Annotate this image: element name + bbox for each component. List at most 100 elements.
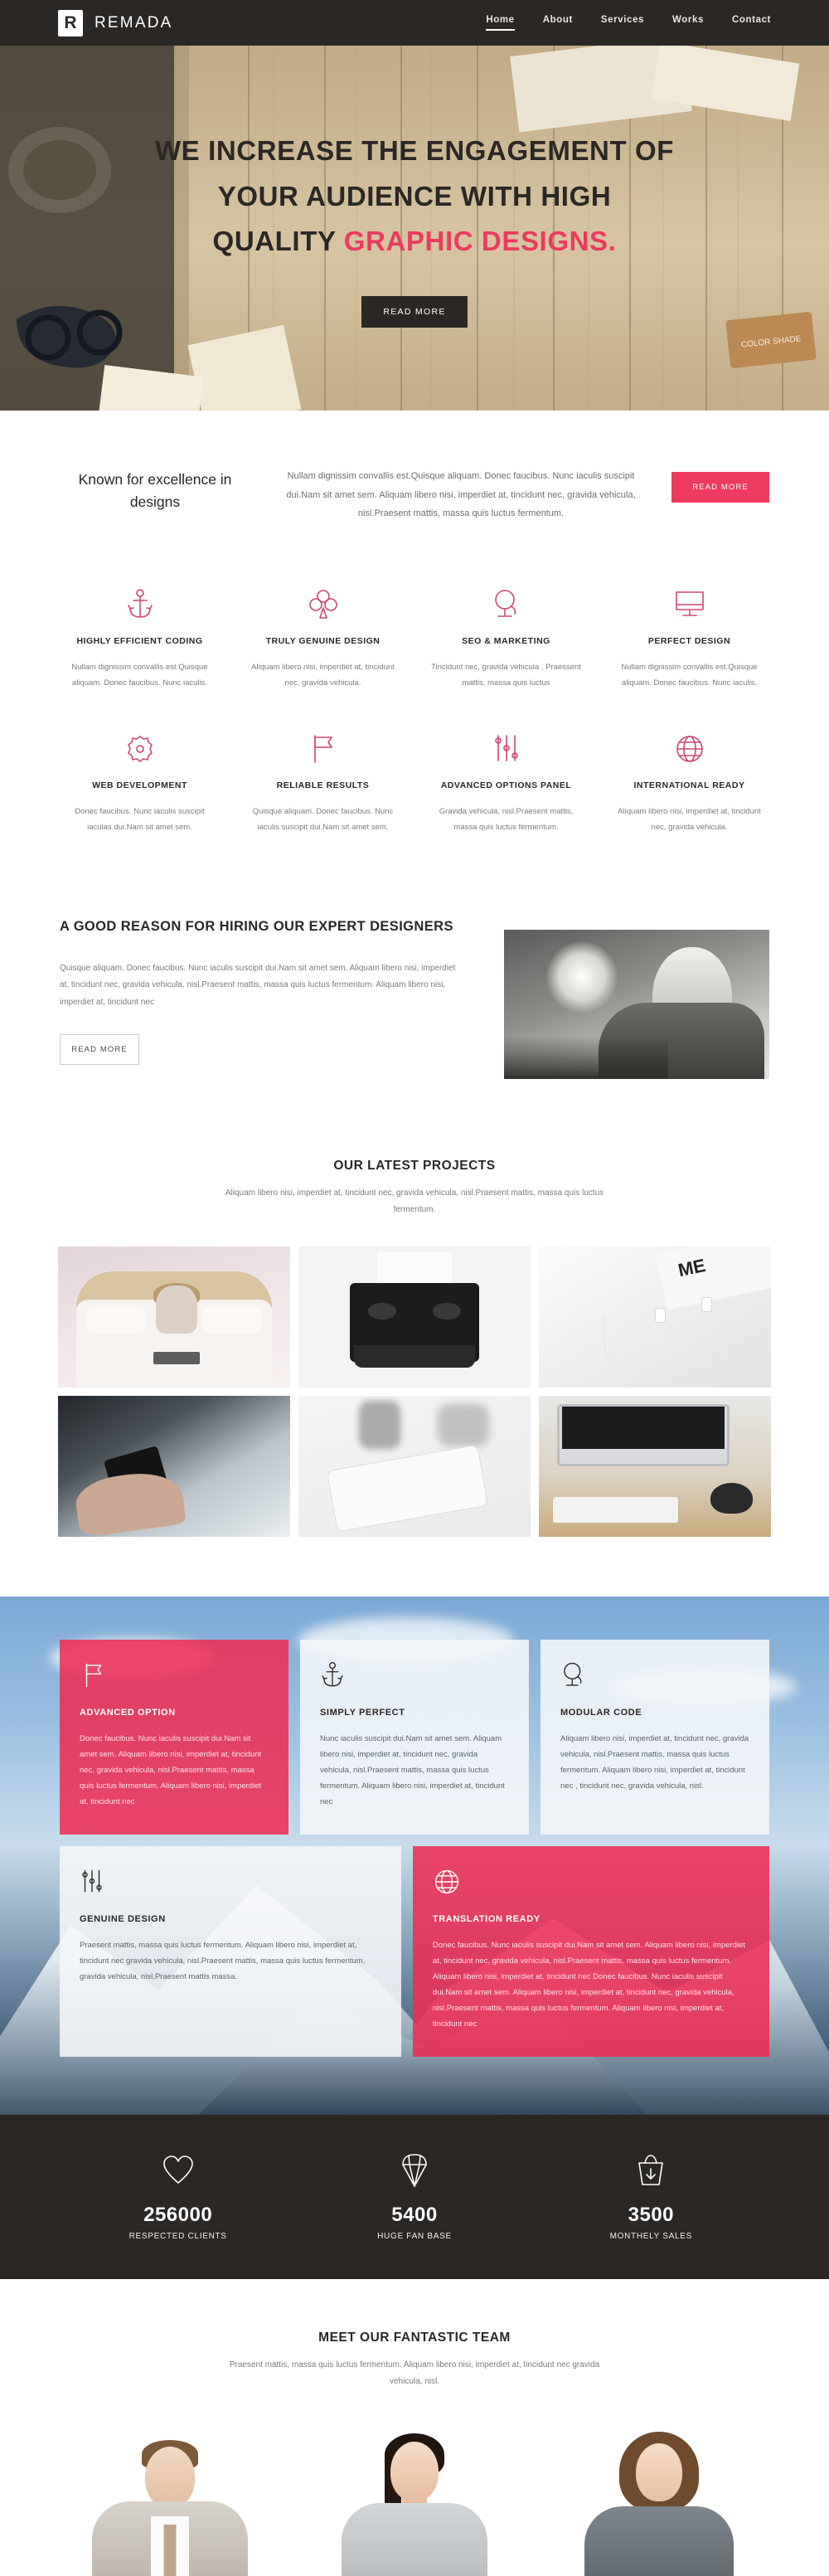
- services-section: ADVANCED OPTION Donec faucibus. Nunc iac…: [0, 1596, 829, 2115]
- service-card-title: MODULAR CODE: [560, 1707, 642, 1718]
- project-thumbnail[interactable]: [58, 1246, 290, 1388]
- counter-item: 256000 RESPECTED CLIENTS: [60, 2151, 296, 2241]
- hero-headline-accent: GRAPHIC DESIGNS.: [343, 226, 617, 257]
- reason-photo-woman-outdoors: [504, 929, 769, 1079]
- nav-item-services[interactable]: Services: [601, 15, 644, 31]
- monitor-icon: [614, 586, 764, 623]
- hero-headline-line-3: QUALITY GRAPHIC DESIGNS.: [155, 219, 674, 264]
- service-card[interactable]: SIMPLY PERFECT Nunc iaculis suscipit dui…: [300, 1639, 529, 1835]
- projects-title: OUR LATEST PROJECTS: [333, 1158, 496, 1173]
- nav-item-home[interactable]: Home: [486, 15, 515, 31]
- feature-title: PERFECT DESIGN: [647, 635, 731, 646]
- counters-section: 256000 RESPECTED CLIENTS 5400 HUGE FAN B…: [0, 2114, 829, 2280]
- hero-headline: WE INCREASE THE ENGAGEMENT OF YOUR AUDIE…: [155, 129, 674, 264]
- features-section: HIGHLY EFFICIENT CODING Nullam dignissim…: [0, 523, 829, 893]
- feature-card[interactable]: HIGHLY EFFICIENT CODING Nullam dignissim…: [48, 571, 231, 716]
- globe-grid-icon: [614, 731, 764, 767]
- team-section: MEET OUR FANTASTIC TEAM Praesent mattis,…: [0, 2279, 829, 2576]
- reason-section: A GOOD REASON FOR HIRING OUR EXPERT DESI…: [0, 893, 829, 1137]
- member-head-shape: [635, 2443, 682, 2502]
- hero-read-more-button[interactable]: READ MORE: [361, 295, 468, 328]
- imac-screen-shape: [562, 1407, 725, 1450]
- team-member-photo[interactable]: [302, 2418, 527, 2576]
- logo-mark-icon: R: [58, 9, 83, 36]
- feature-card[interactable]: PERFECT DESIGN Nullam dignissim convalli…: [598, 571, 781, 716]
- team-subtitle: Praesent mattis, massa quis luctus ferme…: [229, 2360, 600, 2387]
- brand-logo[interactable]: R REMADA: [58, 9, 173, 36]
- background-blur-1: [358, 1401, 401, 1450]
- projects-section: OUR LATEST PROJECTS Aliquam libero nisi,…: [0, 1137, 829, 1597]
- services-grid: ADVANCED OPTION Donec faucibus. Nunc iac…: [60, 1639, 769, 2057]
- project-thumbnail[interactable]: [298, 1395, 531, 1537]
- feature-card[interactable]: INTERNATIONAL READY Aliquam libero nisi,…: [598, 716, 781, 860]
- typewriter-spool-left: [368, 1302, 396, 1320]
- project-thumbnail[interactable]: ME: [539, 1246, 771, 1388]
- service-card[interactable]: ADVANCED OPTION Donec faucibus. Nunc iac…: [60, 1639, 288, 1835]
- service-card[interactable]: TRANSLATION READY Donec faucibus. Nunc i…: [412, 1845, 769, 2057]
- service-card-title: TRANSLATION READY: [432, 1913, 541, 1924]
- brand-name: REMADA: [95, 13, 173, 32]
- member-head-shape: [145, 2447, 196, 2509]
- service-card[interactable]: GENUINE DESIGN Praesent mattis, massa qu…: [60, 1845, 401, 2057]
- nav-item-contact[interactable]: Contact: [732, 15, 771, 31]
- intro-title: Known for excellence in designs: [78, 471, 232, 511]
- globe-stand-icon: [431, 586, 581, 623]
- club-icon: [248, 586, 398, 623]
- counter-label: MONTHELY SALES: [609, 2232, 693, 2242]
- features-row-2: WEB DEVELOPMENT Donec faucibus. Nunc iac…: [48, 716, 781, 860]
- feature-title: WEB DEVELOPMENT: [92, 780, 187, 790]
- feature-card[interactable]: RELIABLE RESULTS Quisque aliquam. Donec …: [231, 716, 414, 860]
- sliders-icon: [431, 731, 581, 767]
- background-blur-2: [438, 1403, 489, 1446]
- anchor-icon: [65, 586, 215, 623]
- earphone-wire-shape: [604, 1314, 725, 1377]
- pillow-left-shape: [85, 1305, 147, 1334]
- phone-device-shape: [327, 1444, 489, 1533]
- team-member-photo[interactable]: [546, 2418, 771, 2576]
- intro-text: Nullam dignissim convallis est.Quisque a…: [286, 471, 636, 519]
- member-tie-shape: [163, 2525, 177, 2576]
- reason-text: Quisque aliquam. Donec faucibus. Nunc ia…: [60, 963, 456, 1007]
- counter-number: 3500: [628, 2203, 675, 2226]
- reason-content: A GOOD REASON FOR HIRING OUR EXPERT DESI…: [60, 915, 466, 1066]
- services-row-1: ADVANCED OPTION Donec faucibus. Nunc iac…: [60, 1639, 769, 1835]
- reason-read-more-button[interactable]: READ MORE: [60, 1034, 139, 1066]
- service-card-text: Donec faucibus. Nunc iaculis suscipit du…: [80, 1733, 262, 1806]
- project-thumbnail[interactable]: [58, 1395, 290, 1537]
- nav-item-works[interactable]: Works: [672, 15, 704, 31]
- person-shape: [155, 1286, 197, 1334]
- feature-desc: Donec faucibus. Nunc iaculis suscipit ia…: [75, 806, 205, 832]
- service-card[interactable]: MODULAR CODE Aliquam libero nisi, imperd…: [541, 1639, 769, 1835]
- feature-card[interactable]: WEB DEVELOPMENT Donec faucibus. Nunc iac…: [48, 716, 231, 860]
- reason-title: A GOOD REASON FOR HIRING OUR EXPERT DESI…: [60, 918, 453, 934]
- service-card-text: Nunc iaculis suscipit dui.Nam sit amet s…: [320, 1733, 505, 1806]
- counter-number: 256000: [143, 2203, 213, 2226]
- sliders-icon: [80, 1868, 381, 1898]
- diamond-icon: [296, 2151, 532, 2190]
- intro-read-more-button[interactable]: READ MORE: [671, 472, 769, 503]
- service-card-text: Praesent mattis, massa quis luctus ferme…: [80, 1940, 366, 1981]
- service-card-title: SIMPLY PERFECT: [320, 1707, 405, 1718]
- feature-desc: Quisque aliquam. Donec faucibus. Nunc ia…: [252, 806, 394, 832]
- features-row-1: HIGHLY EFFICIENT CODING Nullam dignissim…: [48, 571, 781, 716]
- earbud-right: [701, 1296, 712, 1312]
- photo-foreground: [504, 1035, 669, 1079]
- feature-desc: Gravida vehicula, nisl.Praesent mattis, …: [439, 806, 574, 832]
- feature-title: INTERNATIONAL READY: [633, 780, 745, 790]
- feature-card[interactable]: ADVANCED OPTIONS PANEL Gravida vehicula,…: [414, 716, 598, 860]
- projects-grid: ME: [58, 1246, 771, 1537]
- feature-card[interactable]: TRULY GENUINE DESIGN Aliquam libero nisi…: [231, 571, 414, 716]
- heart-icon: [60, 2151, 296, 2190]
- gear-icon: [65, 731, 215, 767]
- project-thumbnail[interactable]: [539, 1395, 771, 1537]
- team-grid: [58, 2418, 771, 2576]
- feature-card[interactable]: SEO & MARKETING Tincidunt nec, gravida v…: [414, 571, 598, 716]
- flag-icon: [80, 1661, 269, 1691]
- team-title: MEET OUR FANTASTIC TEAM: [318, 2331, 511, 2345]
- team-member-photo[interactable]: [58, 2418, 283, 2576]
- nav-item-about[interactable]: About: [543, 15, 573, 31]
- counter-item: 5400 HUGE FAN BASE: [296, 2151, 532, 2241]
- project-thumbnail[interactable]: [298, 1246, 531, 1388]
- feature-desc: Aliquam libero nisi, imperdiet at, tinci…: [251, 662, 395, 688]
- laptop-shape: [153, 1352, 200, 1365]
